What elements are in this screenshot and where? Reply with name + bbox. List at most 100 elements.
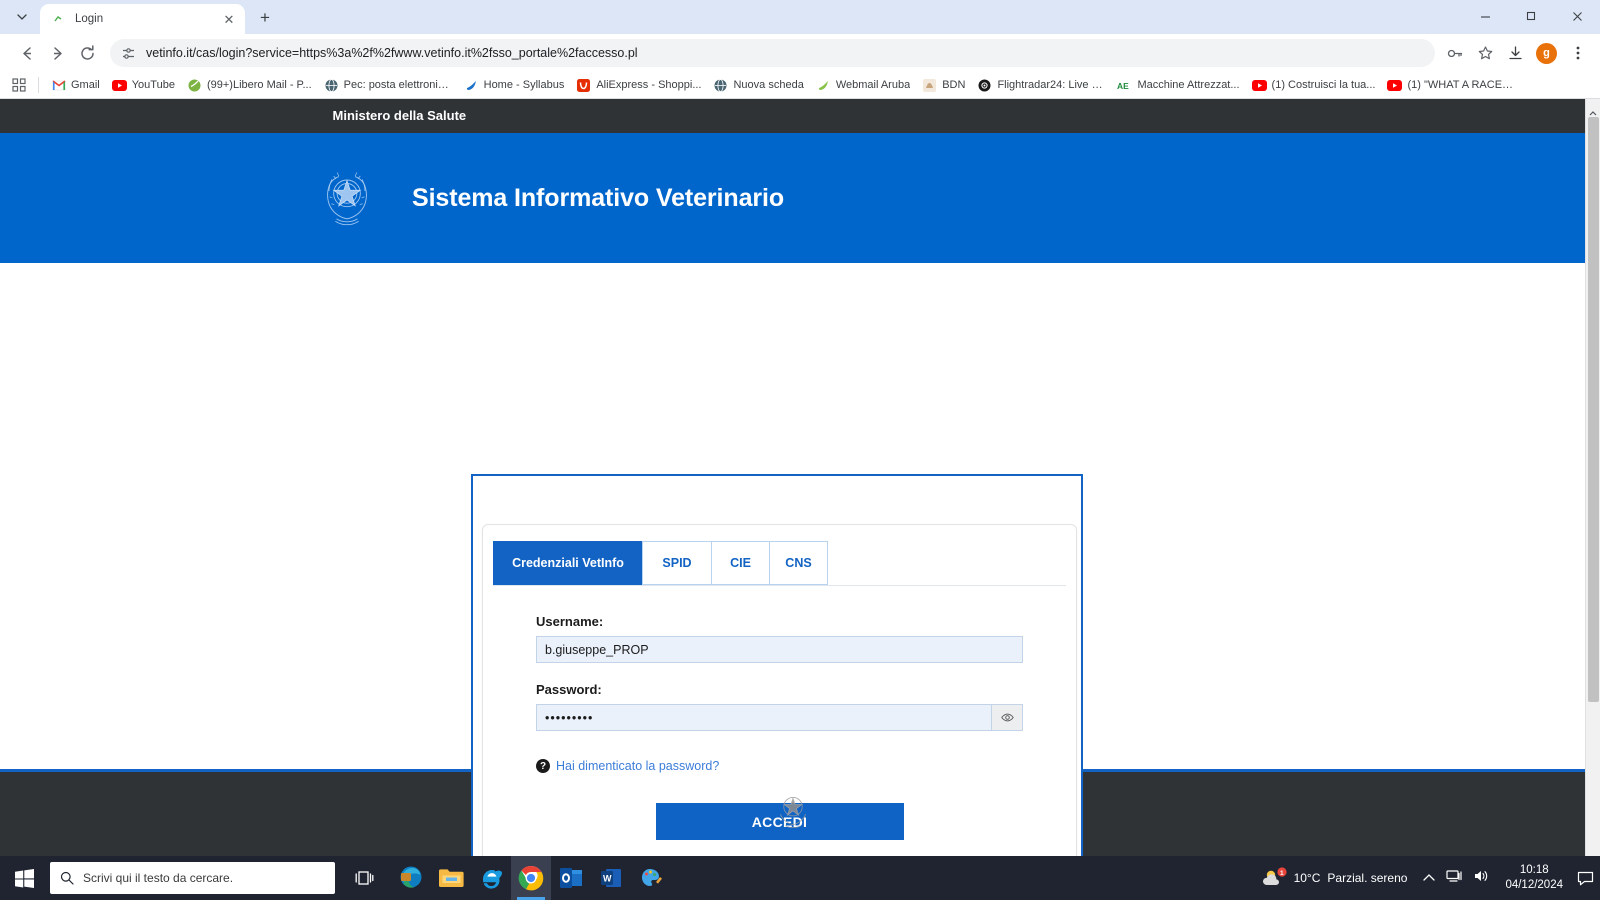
- globe-icon: [324, 78, 339, 93]
- windows-start-icon[interactable]: [0, 856, 48, 900]
- bookmark-label: (99+)Libero Mail - P...: [206, 79, 312, 91]
- password-key-icon[interactable]: [1441, 39, 1469, 67]
- show-hidden-icons[interactable]: [1423, 869, 1436, 887]
- web-page: Ministero della Salute Sistema Informati…: [0, 99, 1585, 856]
- login-method-tabs: Credenziali VetInfo SPID CIE CNS: [483, 525, 1076, 585]
- tab-spid[interactable]: SPID: [642, 541, 711, 585]
- tab-label: CNS: [785, 556, 812, 570]
- scroll-up-icon[interactable]: [1586, 99, 1600, 116]
- taskbar-apps: W: [391, 856, 671, 900]
- bookmark-label: Flightradar24: Live F...: [997, 79, 1106, 91]
- username-label: Username:: [536, 614, 604, 629]
- bookmark-item[interactable]: BDN: [916, 74, 971, 96]
- bookmark-label: BDN: [942, 79, 966, 91]
- page-scrollbar[interactable]: [1585, 99, 1600, 856]
- bookmark-item[interactable]: (1) "WHAT A RACE!"...: [1381, 74, 1521, 96]
- forgot-password-label: Hai dimenticato la password?: [556, 759, 720, 773]
- page-title: Sistema Informativo Veterinario: [412, 183, 785, 212]
- bookmark-item[interactable]: Pec: posta elettronic...: [318, 74, 458, 96]
- bookmark-item[interactable]: Flightradar24: Live F...: [971, 74, 1111, 96]
- bookmark-item[interactable]: (1) Costruisci la tua...: [1246, 74, 1382, 96]
- svg-text:1: 1: [1280, 870, 1284, 877]
- taskbar-weather[interactable]: 1 10°C Parzial. sereno: [1262, 867, 1408, 889]
- eye-icon[interactable]: [992, 704, 1023, 731]
- chrome-menu-icon[interactable]: [1564, 39, 1592, 67]
- google-chrome-icon[interactable]: [511, 856, 551, 900]
- maximize-icon[interactable]: [1508, 0, 1554, 32]
- bookmark-item[interactable]: AE Macchine Attrezzat...: [1111, 74, 1245, 96]
- new-tab-button[interactable]: +: [252, 5, 278, 31]
- youtube-icon: [1251, 78, 1267, 93]
- tab-credenziali-vetinfo[interactable]: Credenziali VetInfo: [493, 541, 642, 585]
- clock-time: 10:18: [1519, 864, 1549, 876]
- forward-icon[interactable]: [42, 38, 72, 68]
- taskbar-search-box[interactable]: Scrivi qui il testo da cercare.: [50, 862, 335, 894]
- bookmark-item[interactable]: Webmail Aruba: [810, 74, 916, 96]
- youtube-icon: [111, 78, 127, 93]
- file-explorer-icon[interactable]: [431, 856, 471, 900]
- reload-icon[interactable]: [72, 38, 102, 68]
- forgot-password-link[interactable]: ? Hai dimenticato la password?: [536, 759, 1023, 773]
- download-icon[interactable]: [1501, 39, 1529, 67]
- close-window-icon[interactable]: [1554, 0, 1600, 32]
- username-input[interactable]: b.giuseppe_PROP: [536, 636, 1023, 663]
- browser-tab[interactable]: Login ✕: [40, 4, 245, 34]
- task-view-icon[interactable]: [341, 856, 387, 900]
- apps-grid-icon[interactable]: [6, 74, 32, 96]
- tab-cns[interactable]: CNS: [769, 541, 828, 585]
- close-icon[interactable]: ✕: [221, 11, 237, 27]
- italian-republic-emblem: [772, 784, 814, 836]
- youtube-icon: [1387, 78, 1403, 93]
- paint-3d-icon[interactable]: [631, 856, 671, 900]
- back-icon[interactable]: [12, 38, 42, 68]
- scrollbar-thumb[interactable]: [1588, 117, 1599, 702]
- bookmark-label: Home - Syllabus: [483, 79, 565, 91]
- password-field-group: •••••••••: [536, 704, 1023, 731]
- url-text: vetinfo.it/cas/login?service=https%3a%2f…: [146, 46, 638, 60]
- system-tray: 1 10°C Parzial. sereno 10:18 04/12/2024: [1262, 856, 1600, 900]
- bookmark-item[interactable]: Home - Syllabus: [458, 74, 571, 96]
- action-center-icon[interactable]: [1577, 871, 1594, 886]
- bookmark-item[interactable]: Gmail: [45, 74, 106, 96]
- site-header: Sistema Informativo Veterinario: [0, 133, 1585, 263]
- microsoft-word-icon[interactable]: W: [591, 856, 631, 900]
- password-label: Password:: [536, 682, 602, 697]
- bookmark-star-icon[interactable]: [1471, 39, 1499, 67]
- bookmark-label: (1) Costruisci la tua...: [1271, 79, 1376, 91]
- taskbar-clock[interactable]: 10:18 04/12/2024: [1505, 863, 1563, 893]
- page-viewport: Ministero della Salute Sistema Informati…: [0, 99, 1600, 856]
- weather-condition: Parzial. sereno: [1327, 871, 1408, 885]
- bookmark-separator: [38, 77, 39, 93]
- tab-label: SPID: [662, 556, 692, 570]
- search-icon: [60, 871, 74, 885]
- aruba-icon: [816, 78, 831, 93]
- username-value: b.giuseppe_PROP: [545, 642, 649, 657]
- bookmark-item[interactable]: AliExpress - Shoppi...: [570, 74, 707, 96]
- address-bar[interactable]: vetinfo.it/cas/login?service=https%3a%2f…: [110, 39, 1435, 67]
- bookmark-label: (1) "WHAT A RACE!"...: [1407, 79, 1516, 91]
- tune-settings-icon[interactable]: [120, 45, 137, 62]
- volume-icon[interactable]: [1473, 869, 1489, 888]
- aliexpress-icon: [576, 78, 591, 93]
- microsoft-outlook-icon[interactable]: [551, 856, 591, 900]
- minimize-icon[interactable]: [1462, 0, 1508, 32]
- syllabus-icon: [464, 78, 479, 93]
- libero-icon: [187, 78, 202, 93]
- page-favicon: [52, 12, 66, 26]
- tab-cie[interactable]: CIE: [711, 541, 769, 585]
- microsoft-edge-icon[interactable]: [391, 856, 431, 900]
- internet-explorer-icon[interactable]: [471, 856, 511, 900]
- help-circle-icon: ?: [536, 759, 550, 773]
- tab-search-button[interactable]: [8, 3, 36, 31]
- network-icon[interactable]: [1446, 869, 1463, 888]
- profile-avatar[interactable]: g: [1536, 42, 1557, 64]
- tray-icons: [1423, 869, 1489, 888]
- bookmark-label: YouTube: [131, 79, 175, 91]
- bookmark-item[interactable]: Nuova scheda: [707, 74, 809, 96]
- tab-label: Credenziali VetInfo: [512, 556, 624, 570]
- password-input[interactable]: •••••••••: [536, 704, 992, 731]
- bookmark-item[interactable]: YouTube: [106, 74, 181, 96]
- tab-title: Login: [75, 13, 104, 25]
- bookmark-item[interactable]: (99+)Libero Mail - P...: [181, 74, 318, 96]
- tab-label: CIE: [730, 556, 751, 570]
